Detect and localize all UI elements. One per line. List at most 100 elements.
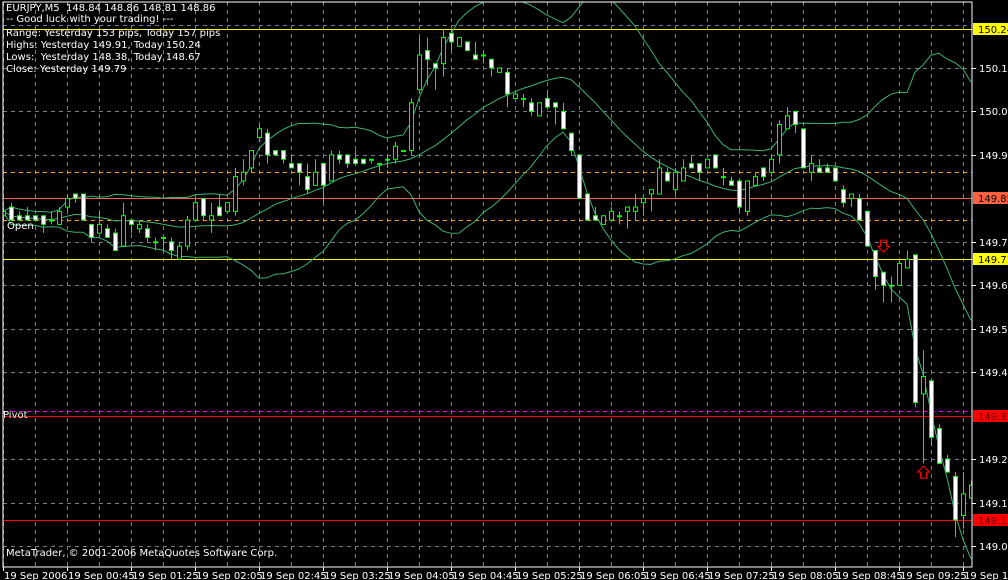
candle <box>801 128 806 169</box>
grid <box>3 2 972 567</box>
bear-candle-body <box>833 167 838 182</box>
price-axis[interactable]: 150.15 150.05 149.95 149.75 149.65 149.55 149.… <box>972 23 1008 553</box>
candle <box>169 237 174 260</box>
candle <box>953 472 958 538</box>
bull-candle-body <box>921 375 926 395</box>
bear-candle-body <box>41 215 46 225</box>
bull-candle-body <box>513 93 518 99</box>
bear-candle-body <box>105 228 110 238</box>
price-tick-label: 149.95 <box>979 151 1008 162</box>
bear-candle-body <box>217 206 222 217</box>
candle <box>177 241 182 260</box>
candle <box>913 254 918 407</box>
candle <box>49 211 54 225</box>
candle <box>809 154 814 181</box>
bear-candle-body <box>577 154 582 199</box>
bull-candle-body <box>521 97 526 100</box>
candle <box>561 102 566 130</box>
time-tick-label: 19 Sep 08:45 <box>836 571 903 580</box>
candle <box>777 120 782 164</box>
bear-candle-body <box>945 458 950 473</box>
bull-candle-body <box>905 258 910 269</box>
bear-candle-body <box>553 102 558 108</box>
candle <box>145 224 150 242</box>
bear-candle-body <box>561 110 566 130</box>
candle <box>305 163 310 195</box>
time-tick-label: 19 Sep 2006 <box>4 571 67 580</box>
bull-candle-body <box>777 123 782 156</box>
candle <box>185 215 190 251</box>
bull-candle-body <box>673 171 678 191</box>
bear-candle-body <box>17 215 22 221</box>
bull-candle-body <box>785 115 790 130</box>
bull-candle-body <box>497 67 502 73</box>
time-tick-label: 19 Sep 10:05 <box>964 571 1008 580</box>
candle <box>657 159 662 195</box>
bull-candle-body <box>377 163 382 166</box>
candle <box>401 150 406 153</box>
bull-candle-body <box>313 171 318 186</box>
bear-candle-body <box>129 219 134 225</box>
candle <box>761 167 766 181</box>
bear-candle-body <box>865 210 870 247</box>
bollinger-bands <box>3 2 972 559</box>
bull-candle-body <box>961 493 966 517</box>
bull-candle-body <box>849 193 854 199</box>
bull-candle-body <box>49 219 54 222</box>
bear-candle-body <box>145 228 150 238</box>
price-chart[interactable]: 150.15 150.05 149.95 149.75 149.65 149.55 149.… <box>0 0 1008 580</box>
bear-candle-body <box>937 428 942 464</box>
bear-candle-body <box>169 241 174 251</box>
time-tick-label: 19 Sep 06:05 <box>580 571 647 580</box>
bull-candle-body <box>241 171 246 182</box>
candle <box>233 167 238 216</box>
bear-candle-body <box>201 197 206 217</box>
candle <box>385 154 390 168</box>
candle <box>25 207 30 221</box>
candle <box>921 350 926 464</box>
time-tick-label: 19 Sep 02:05 <box>196 571 263 580</box>
candle <box>825 163 830 173</box>
candle <box>577 154 582 199</box>
time-tick-label: 19 Sep 00:45 <box>68 571 135 580</box>
bull-candle-body <box>393 145 398 160</box>
candle <box>9 202 14 221</box>
candle <box>201 197 206 221</box>
bear-candle-body <box>825 167 830 173</box>
bear-candle-body <box>33 215 38 221</box>
bull-candle-body <box>649 189 654 195</box>
bull-candle-body <box>185 219 190 247</box>
price-tick-label: 149.15 <box>979 499 1008 510</box>
candle <box>873 249 878 290</box>
candle <box>313 159 318 186</box>
bear-candle-body <box>873 249 878 278</box>
bear-candle-body <box>737 180 742 208</box>
candle <box>585 193 590 221</box>
bull-candle-body <box>193 202 198 221</box>
time-axis[interactable]: 19 Sep 2006 19 Sep 00:4519 Sep 01:2519 Se… <box>3 567 1008 580</box>
bull-candle-body <box>897 263 902 286</box>
candle <box>521 94 526 108</box>
bull-candle-body <box>641 197 646 204</box>
candle <box>105 224 110 238</box>
candle <box>705 158 710 169</box>
candle <box>745 180 750 216</box>
bull-candle-body <box>633 206 638 212</box>
bear-candle-body <box>361 158 366 165</box>
candle <box>849 193 854 208</box>
copyright-text: MetaTrader, © 2001-2006 MetaQuotes Softw… <box>6 548 278 559</box>
bull-candle-body <box>537 102 542 117</box>
candle <box>553 102 558 125</box>
bull-candle-body <box>457 37 462 47</box>
bull-candle-body <box>121 215 126 247</box>
bull-candle-body <box>681 167 686 182</box>
candle <box>569 132 574 155</box>
price-tick-label: 149.75 <box>979 238 1008 249</box>
bear-candle-body <box>465 41 470 52</box>
time-tick-label: 19 Sep 02:45 <box>260 571 327 580</box>
bear-candle-body <box>273 150 278 156</box>
candle <box>425 37 430 86</box>
bull-candle-body <box>481 54 486 57</box>
bull-candle-body <box>745 180 750 212</box>
candle <box>537 102 542 117</box>
